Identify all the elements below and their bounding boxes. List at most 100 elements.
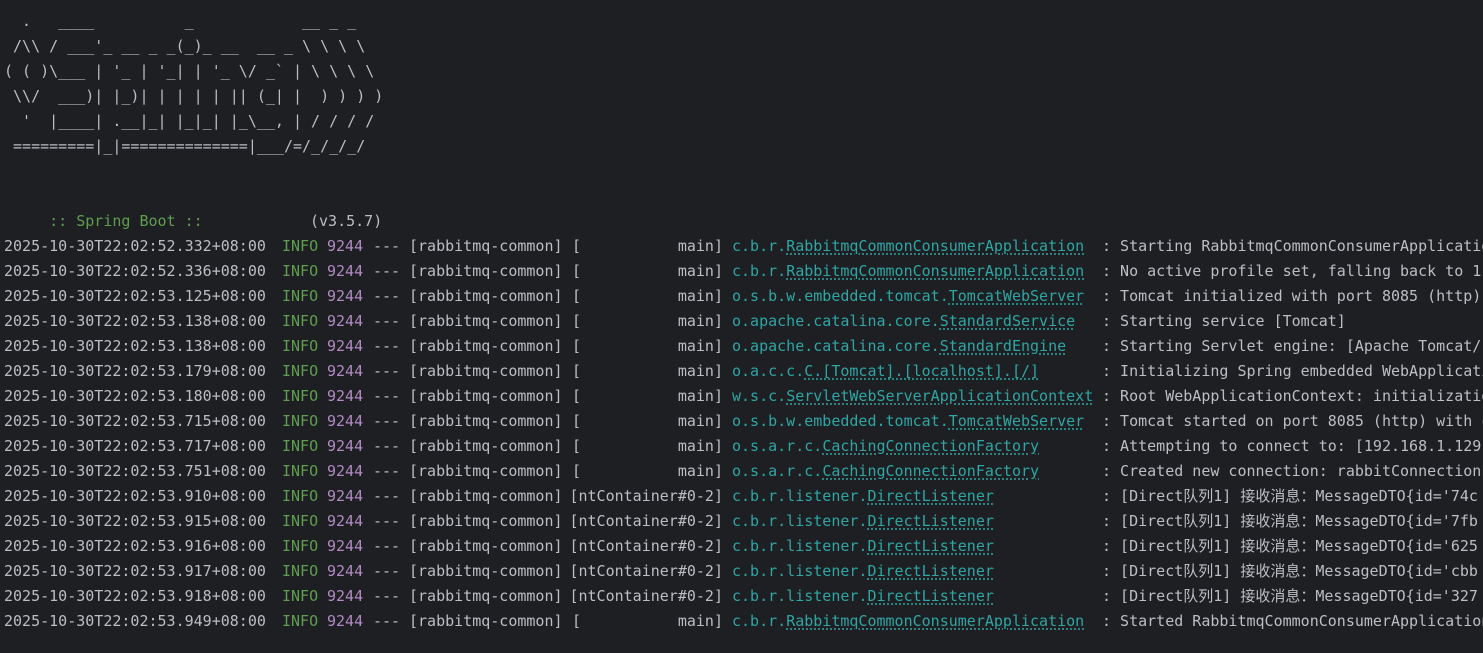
log-separator: ---	[373, 512, 401, 530]
log-message: : Starting service [Tomcat]	[1102, 312, 1346, 330]
log-thread-name: main]	[677, 437, 723, 455]
spring-boot-version: (v3.5.7)	[310, 212, 383, 230]
log-level: INFO	[282, 337, 319, 355]
log-logger-class-link: RabbitmqCommonConsumerApplication	[786, 237, 1085, 255]
log-level: INFO	[282, 312, 319, 330]
log-logger-package: o.apache.catalina.core.	[732, 312, 940, 330]
log-thread-name: [ntContainer#0-2]	[569, 562, 723, 580]
log-level: INFO	[282, 387, 319, 405]
log-pid: 9244	[327, 312, 364, 330]
log-timestamp: 2025-10-30T22:02:53.751+08:00	[4, 462, 266, 480]
log-logger-class-link: DirectListener	[867, 562, 994, 580]
log-logger-package: c.b.r.listener.	[732, 562, 868, 580]
log-pid: 9244	[327, 237, 364, 255]
log-logger[interactable]: o.apache.catalina.core.StandardEngine	[732, 334, 1066, 359]
log-pid: 9244	[327, 462, 364, 480]
log-thread-name: main]	[677, 412, 723, 430]
log-pid: 9244	[327, 412, 364, 430]
log-logger[interactable]: c.b.r.RabbitmqCommonConsumerApplication	[732, 234, 1084, 259]
log-thread-bracket: [	[572, 237, 582, 255]
log-app-name: [rabbitmq-common]	[409, 387, 563, 405]
log-pid: 9244	[327, 387, 364, 405]
log-logger-class-link: RabbitmqCommonConsumerApplication	[786, 262, 1085, 280]
log-separator: ---	[373, 337, 401, 355]
log-level: INFO	[282, 437, 319, 455]
log-thread-bracket: [	[572, 287, 582, 305]
log-logger[interactable]: o.s.b.w.embedded.tomcat.TomcatWebServer	[732, 409, 1084, 434]
log-separator: ---	[373, 312, 401, 330]
log-pid: 9244	[327, 362, 364, 380]
log-app-name: [rabbitmq-common]	[409, 237, 563, 255]
log-logger-package: c.b.r.	[732, 237, 787, 255]
log-logger[interactable]: c.b.r.listener.DirectListener	[732, 534, 994, 559]
banner-line: =========|_|==============|___/=/_/_/_/	[4, 137, 366, 155]
log-separator: ---	[373, 562, 401, 580]
log-level: INFO	[282, 287, 319, 305]
console-output[interactable]: . ____ _ __ _ _ /\\ / ___'_ __ _ _(_)_ _…	[0, 0, 1483, 653]
log-logger-package: c.b.r.listener.	[732, 587, 868, 605]
log-app-name: [rabbitmq-common]	[409, 262, 563, 280]
banner-line: ' |____| .__|_| |_|_| |_\__, | / / / /	[4, 112, 375, 130]
log-logger-package: c.b.r.	[732, 612, 787, 630]
log-thread-bracket: [	[572, 612, 582, 630]
log-thread-name: [ntContainer#0-2]	[569, 587, 723, 605]
log-logger[interactable]: o.s.a.r.c.CachingConnectionFactory	[732, 459, 1039, 484]
log-separator: ---	[373, 462, 401, 480]
log-pid: 9244	[327, 487, 364, 505]
log-timestamp: 2025-10-30T22:02:53.915+08:00	[4, 512, 266, 530]
log-thread-bracket: [	[572, 337, 582, 355]
log-app-name: [rabbitmq-common]	[409, 337, 563, 355]
log-thread-name: main]	[677, 387, 723, 405]
log-thread-name: main]	[677, 287, 723, 305]
log-logger[interactable]: o.a.c.c.C.[Tomcat].[localhost].[/]	[732, 359, 1039, 384]
banner-line: ( ( )\___ | '_ | '_| | '_ \/ _` | \ \ \ …	[4, 62, 375, 80]
log-logger-package: o.a.c.c.	[732, 362, 805, 380]
log-thread-name: main]	[677, 337, 723, 355]
log-thread-bracket: [	[572, 387, 582, 405]
log-message: : Tomcat started on port 8085 (http) wit…	[1102, 412, 1483, 430]
log-logger[interactable]: c.b.r.listener.DirectListener	[732, 584, 994, 609]
banner-line: \\/ ___)| |_)| | | | | || (_| | ) ) ) )	[4, 87, 384, 105]
log-logger-class-link: DirectListener	[867, 512, 994, 530]
log-app-name: [rabbitmq-common]	[409, 587, 563, 605]
log-logger-class-link: CachingConnectionFactory	[822, 462, 1040, 480]
log-level: INFO	[282, 562, 319, 580]
log-logger[interactable]: c.b.r.RabbitmqCommonConsumerApplication	[732, 259, 1084, 284]
log-thread-name: main]	[677, 362, 723, 380]
log-logger-class-link: RabbitmqCommonConsumerApplication	[786, 612, 1085, 630]
log-thread-bracket: [	[572, 362, 582, 380]
log-message: : Tomcat initialized with port 8085 (htt…	[1102, 287, 1482, 305]
log-level: INFO	[282, 512, 319, 530]
log-level: INFO	[282, 537, 319, 555]
log-timestamp: 2025-10-30T22:02:53.949+08:00	[4, 612, 266, 630]
log-timestamp: 2025-10-30T22:02:53.138+08:00	[4, 312, 266, 330]
log-logger[interactable]: c.b.r.listener.DirectListener	[732, 559, 994, 584]
log-level: INFO	[282, 612, 319, 630]
log-logger-class-link: C.[Tomcat].[localhost].[/]	[804, 362, 1040, 380]
log-level: INFO	[282, 587, 319, 605]
log-pid: 9244	[327, 562, 364, 580]
log-app-name: [rabbitmq-common]	[409, 412, 563, 430]
log-timestamp: 2025-10-30T22:02:53.918+08:00	[4, 587, 266, 605]
log-logger[interactable]: o.apache.catalina.core.StandardService	[732, 309, 1075, 334]
log-logger[interactable]: w.s.c.ServletWebServerApplicationContext	[732, 384, 1093, 409]
log-logger[interactable]: c.b.r.listener.DirectListener	[732, 509, 994, 534]
log-thread-name: main]	[677, 262, 723, 280]
log-level: INFO	[282, 362, 319, 380]
log-timestamp: 2025-10-30T22:02:52.332+08:00	[4, 237, 266, 255]
log-timestamp: 2025-10-30T22:02:53.715+08:00	[4, 412, 266, 430]
log-logger-package: c.b.r.listener.	[732, 512, 868, 530]
log-logger-package: o.s.a.r.c.	[732, 462, 823, 480]
log-logger[interactable]: c.b.r.RabbitmqCommonConsumerApplication	[732, 609, 1084, 634]
log-separator: ---	[373, 362, 401, 380]
log-level: INFO	[282, 462, 319, 480]
log-pid: 9244	[327, 512, 364, 530]
log-app-name: [rabbitmq-common]	[409, 512, 563, 530]
log-message: : Started RabbitmqCommonConsumerApplicat…	[1102, 612, 1483, 630]
log-logger-class-link: CachingConnectionFactory	[822, 437, 1040, 455]
log-logger[interactable]: o.s.b.w.embedded.tomcat.TomcatWebServer	[732, 284, 1084, 309]
log-message: : Starting RabbitmqCommonConsumerApplica…	[1102, 237, 1483, 255]
log-pid: 9244	[327, 612, 364, 630]
log-logger[interactable]: c.b.r.listener.DirectListener	[732, 484, 994, 509]
log-logger[interactable]: o.s.a.r.c.CachingConnectionFactory	[732, 434, 1039, 459]
